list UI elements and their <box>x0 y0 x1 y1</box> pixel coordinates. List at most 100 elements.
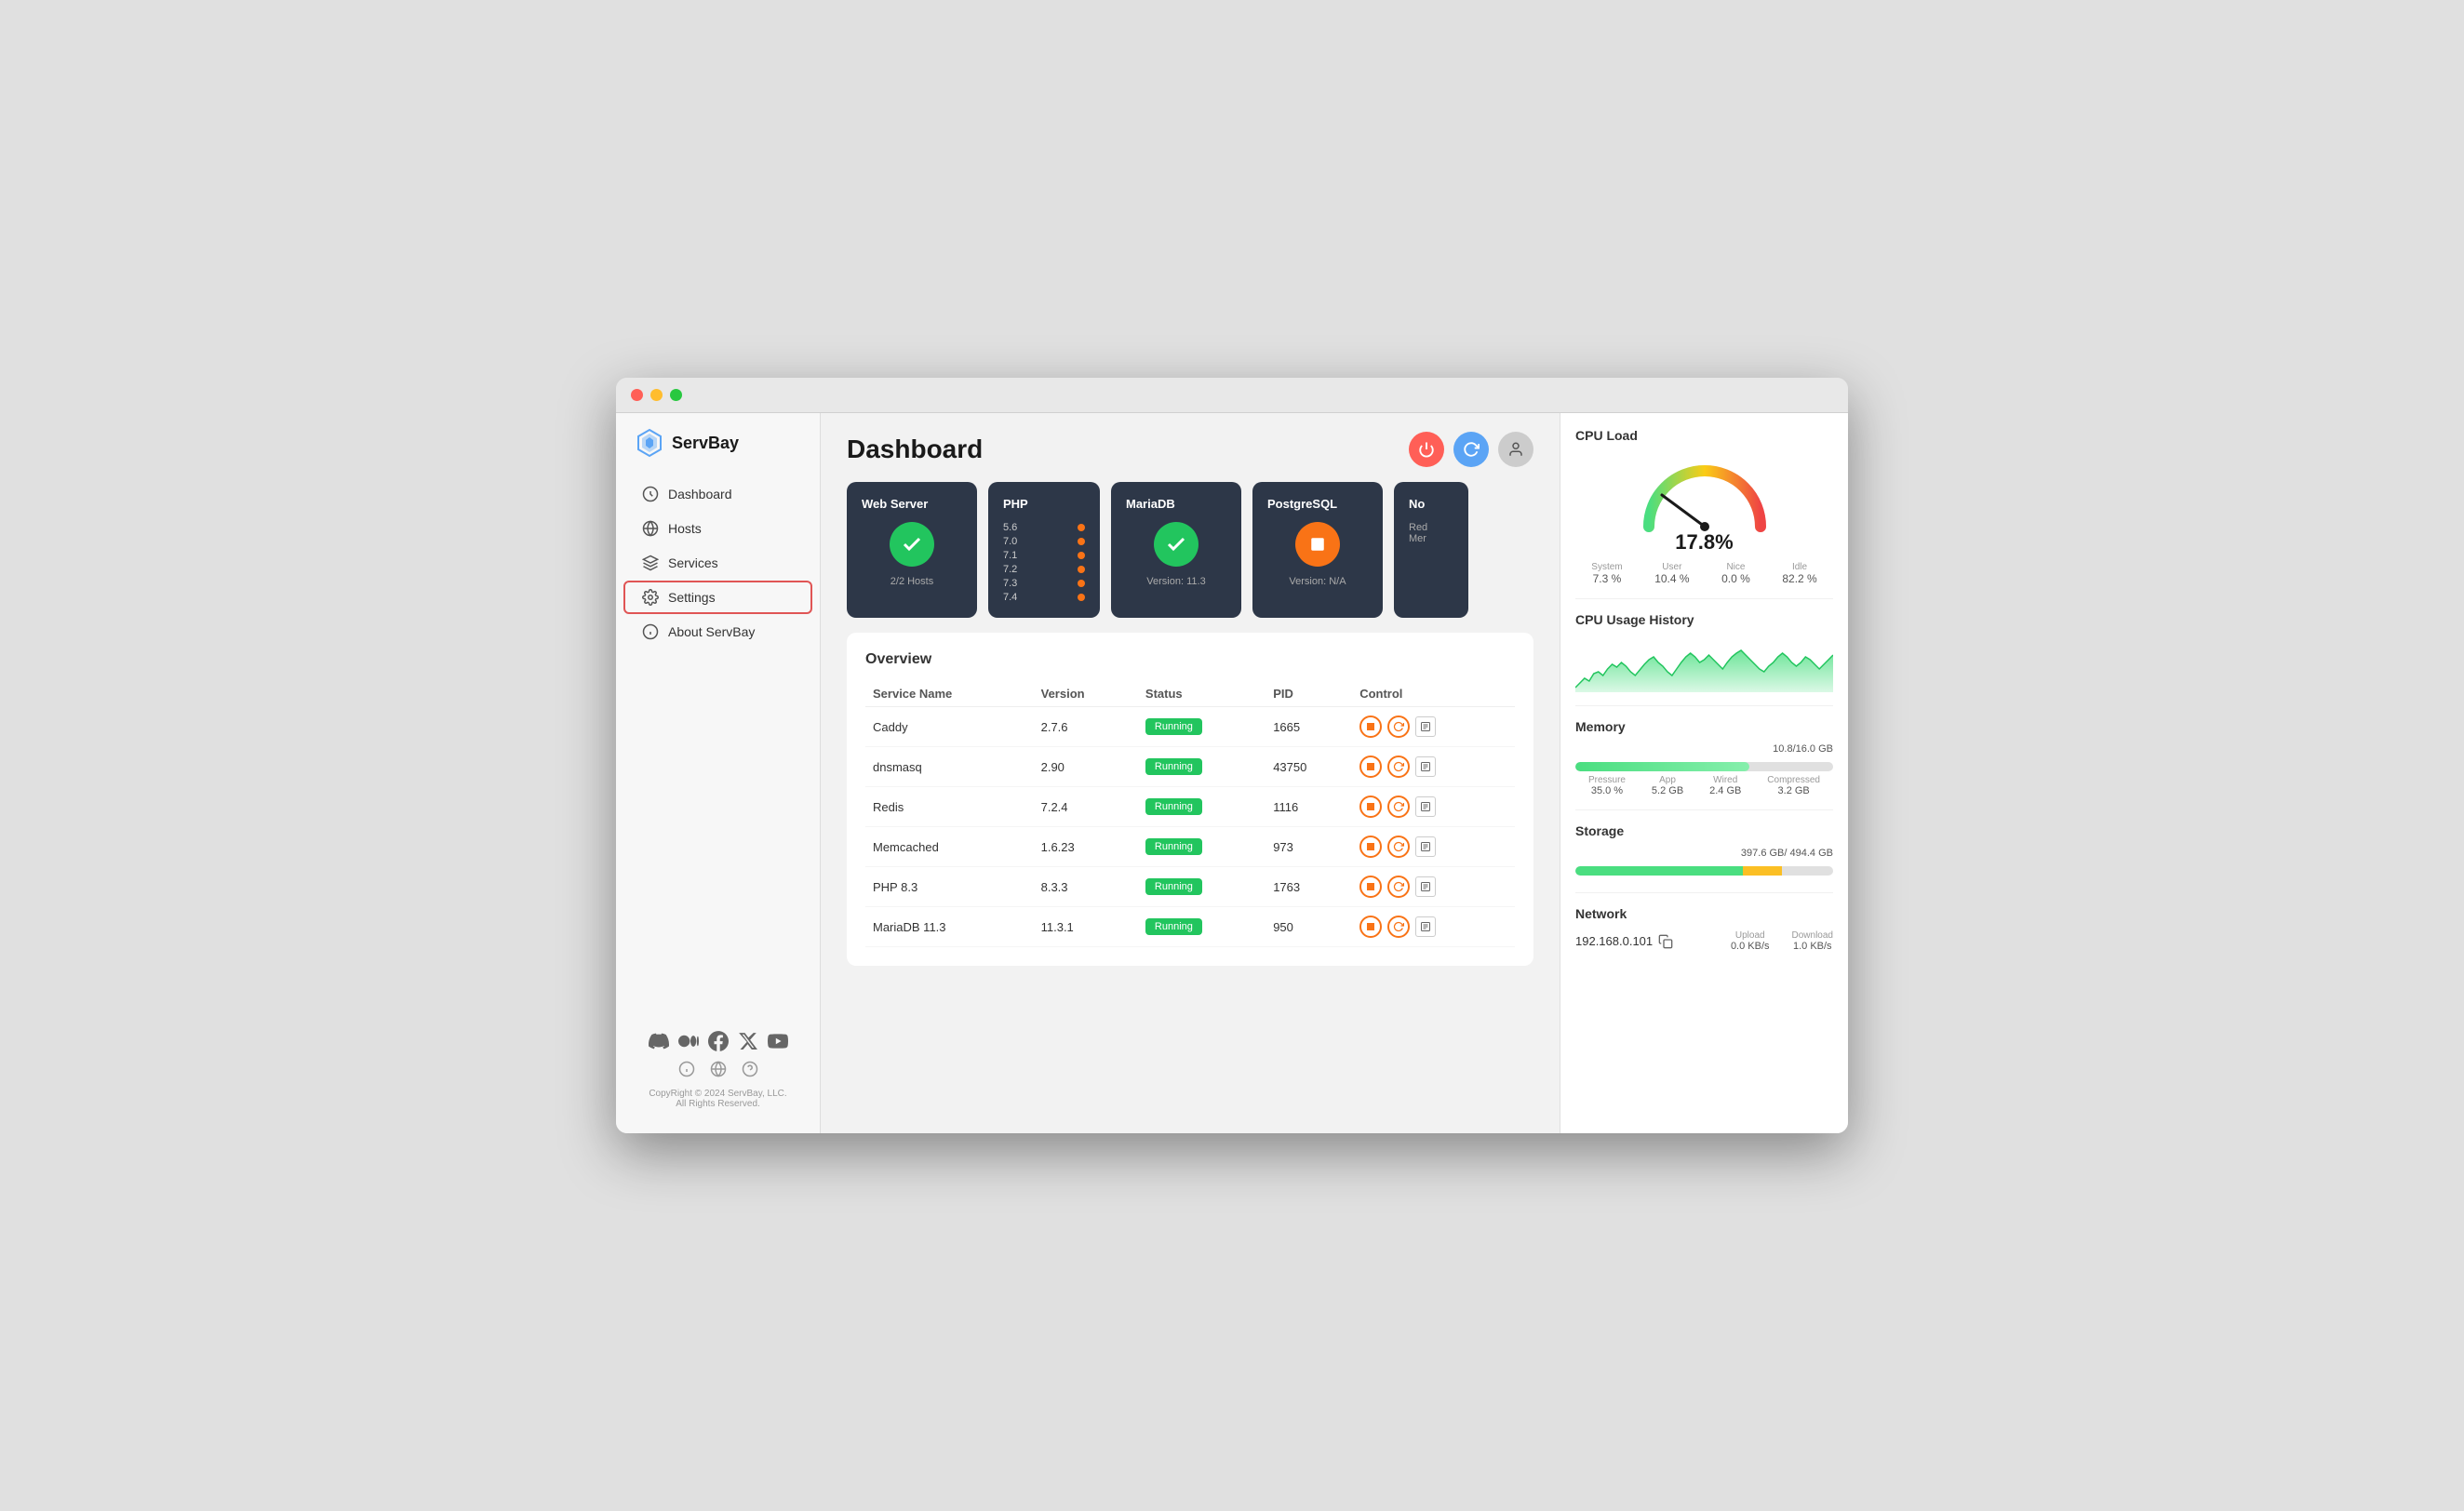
restart-button[interactable] <box>1387 836 1410 858</box>
card-mariadb-title: MariaDB <box>1126 497 1226 511</box>
cell-control <box>1352 867 1515 907</box>
medium-icon[interactable] <box>678 1031 699 1051</box>
stop-button[interactable] <box>1359 916 1382 938</box>
restart-button[interactable] <box>1387 756 1410 778</box>
cell-name: dnsmasq <box>865 747 1034 787</box>
gauge-chart <box>1630 452 1779 536</box>
cell-pid: 950 <box>1265 907 1352 947</box>
restart-button[interactable] <box>1387 916 1410 938</box>
stop-button[interactable] <box>1359 876 1382 898</box>
memory-bar <box>1575 762 1833 771</box>
main-content: Web Server 2/2 Hosts PHP 5 <box>821 482 1560 1133</box>
divider4 <box>1575 892 1833 893</box>
col-header-pid: PID <box>1265 681 1352 707</box>
sidebar-item-about[interactable]: About ServBay <box>623 615 812 649</box>
memory-card: Memory 10.8/16.0 GB Pressure 35.0 % App … <box>1575 719 1833 796</box>
php-version-label: 7.1 <box>1003 550 1017 561</box>
webserver-subtitle: 2/2 Hosts <box>862 576 962 587</box>
minimize-button[interactable] <box>650 389 663 401</box>
cell-status: Running <box>1138 787 1265 827</box>
x-icon[interactable] <box>738 1031 758 1051</box>
status-badge: Running <box>1145 718 1202 735</box>
discord-icon[interactable] <box>649 1031 669 1051</box>
help-link-icon[interactable] <box>742 1061 758 1077</box>
restart-button[interactable] <box>1387 715 1410 738</box>
sidebar-item-services[interactable]: Services <box>623 546 812 580</box>
memory-bar-fill <box>1575 762 1749 771</box>
cpu-history-chart <box>1575 636 1833 692</box>
php-dot <box>1078 538 1085 545</box>
restart-button[interactable] <box>1387 796 1410 818</box>
stop-button[interactable] <box>1359 836 1382 858</box>
cell-version: 1.6.23 <box>1034 827 1138 867</box>
col-header-status: Status <box>1138 681 1265 707</box>
cpu-gauge: 17.8% <box>1575 452 1833 555</box>
network-ip: 192.168.0.101 <box>1575 934 1673 949</box>
divider2 <box>1575 705 1833 706</box>
cell-name: Memcached <box>865 827 1034 867</box>
control-buttons <box>1359 836 1507 858</box>
globe-link-icon[interactable] <box>710 1061 727 1077</box>
log-button[interactable] <box>1415 876 1436 897</box>
cell-pid: 1116 <box>1265 787 1352 827</box>
sidebar-item-hosts[interactable]: Hosts <box>623 512 812 545</box>
info-link-icon[interactable] <box>678 1061 695 1077</box>
storage-bar <box>1575 866 1833 876</box>
php-version-label: 7.4 <box>1003 592 1017 603</box>
cpu-stat-nice: Nice 0.0 % <box>1721 562 1750 585</box>
restart-button[interactable] <box>1387 876 1410 898</box>
youtube-icon[interactable] <box>768 1031 788 1051</box>
cell-status: Running <box>1138 827 1265 867</box>
cell-pid: 1665 <box>1265 707 1352 747</box>
mem-stat-pressure: Pressure 35.0 % <box>1588 775 1626 796</box>
globe-icon <box>642 520 659 537</box>
close-button[interactable] <box>631 389 643 401</box>
cell-version: 8.3.3 <box>1034 867 1138 907</box>
card-other-title: No <box>1409 497 1453 511</box>
net-stat-download: Download 1.0 KB/s <box>1792 930 1833 952</box>
webserver-status-icon <box>890 522 934 567</box>
overview-section: Overview Service Name Version Status PID… <box>847 633 1533 966</box>
cell-status: Running <box>1138 747 1265 787</box>
status-badge: Running <box>1145 918 1202 935</box>
layers-icon <box>642 555 659 571</box>
refresh-button[interactable] <box>1453 432 1489 467</box>
app-window: ServBay Dashboard <box>616 378 1848 1133</box>
memory-label: 10.8/16.0 GB <box>1575 743 1833 755</box>
header-actions <box>1409 432 1533 467</box>
log-button[interactable] <box>1415 796 1436 817</box>
sidebar-item-dashboard[interactable]: Dashboard <box>623 477 812 511</box>
col-header-name: Service Name <box>865 681 1034 707</box>
mariadb-subtitle: Version: 11.3 <box>1126 576 1226 587</box>
servbay-logo-icon <box>635 428 664 458</box>
cpu-load-title: CPU Load <box>1575 428 1833 443</box>
log-button[interactable] <box>1415 916 1436 937</box>
log-button[interactable] <box>1415 836 1436 857</box>
user-profile-button[interactable] <box>1498 432 1533 467</box>
card-webserver: Web Server 2/2 Hosts <box>847 482 977 618</box>
titlebar <box>616 378 1848 413</box>
card-mariadb: MariaDB Version: 11.3 <box>1111 482 1241 618</box>
copy-icon[interactable] <box>1658 934 1673 949</box>
log-button[interactable] <box>1415 716 1436 737</box>
power-button[interactable] <box>1409 432 1444 467</box>
sidebar-extra-links <box>616 1055 820 1083</box>
cell-control <box>1352 707 1515 747</box>
php-version-71: 7.1 <box>1003 550 1085 561</box>
stop-button[interactable] <box>1359 756 1382 778</box>
control-buttons <box>1359 876 1507 898</box>
memory-title: Memory <box>1575 719 1833 734</box>
sidebar: ServBay Dashboard <box>616 413 821 1133</box>
gear-icon <box>642 589 659 606</box>
sidebar-item-settings[interactable]: Settings <box>623 581 812 614</box>
log-button[interactable] <box>1415 756 1436 777</box>
mem-stat-compressed: Compressed 3.2 GB <box>1767 775 1820 796</box>
maximize-button[interactable] <box>670 389 682 401</box>
stop-button[interactable] <box>1359 715 1382 738</box>
facebook-icon[interactable] <box>708 1031 729 1051</box>
divider1 <box>1575 598 1833 599</box>
gauge-icon <box>642 486 659 502</box>
stop-button[interactable] <box>1359 796 1382 818</box>
php-version-74: 7.4 <box>1003 592 1085 603</box>
page-title: Dashboard <box>847 435 983 464</box>
